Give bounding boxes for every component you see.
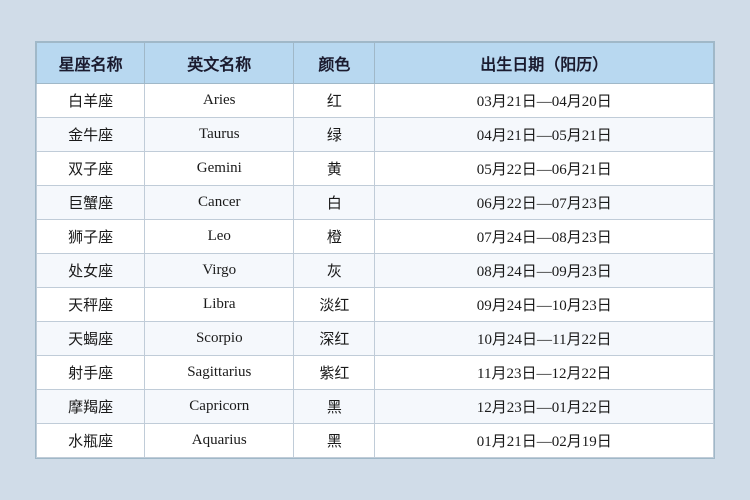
table-row: 水瓶座Aquarius黑01月21日—02月19日: [37, 424, 714, 458]
cell-chinese: 双子座: [37, 152, 145, 186]
header-chinese: 星座名称: [37, 43, 145, 84]
cell-color: 紫红: [294, 356, 375, 390]
table-row: 天蝎座Scorpio深红10月24日—11月22日: [37, 322, 714, 356]
cell-chinese: 摩羯座: [37, 390, 145, 424]
table-row: 摩羯座Capricorn黑12月23日—01月22日: [37, 390, 714, 424]
zodiac-table: 星座名称 英文名称 颜色 出生日期（阳历） 白羊座Aries红03月21日—04…: [36, 42, 714, 458]
cell-english: Cancer: [145, 186, 294, 220]
cell-color: 淡红: [294, 288, 375, 322]
cell-chinese: 金牛座: [37, 118, 145, 152]
header-date: 出生日期（阳历）: [375, 43, 714, 84]
cell-chinese: 狮子座: [37, 220, 145, 254]
cell-chinese: 天蝎座: [37, 322, 145, 356]
cell-date: 11月23日—12月22日: [375, 356, 714, 390]
cell-chinese: 水瓶座: [37, 424, 145, 458]
cell-english: Leo: [145, 220, 294, 254]
zodiac-table-container: 星座名称 英文名称 颜色 出生日期（阳历） 白羊座Aries红03月21日—04…: [35, 41, 715, 459]
cell-color: 白: [294, 186, 375, 220]
table-row: 白羊座Aries红03月21日—04月20日: [37, 84, 714, 118]
table-row: 狮子座Leo橙07月24日—08月23日: [37, 220, 714, 254]
cell-date: 04月21日—05月21日: [375, 118, 714, 152]
cell-color: 红: [294, 84, 375, 118]
cell-english: Taurus: [145, 118, 294, 152]
cell-english: Aries: [145, 84, 294, 118]
table-row: 天秤座Libra淡红09月24日—10月23日: [37, 288, 714, 322]
cell-english: Libra: [145, 288, 294, 322]
cell-english: Aquarius: [145, 424, 294, 458]
cell-date: 10月24日—11月22日: [375, 322, 714, 356]
cell-english: Sagittarius: [145, 356, 294, 390]
table-row: 处女座Virgo灰08月24日—09月23日: [37, 254, 714, 288]
cell-date: 08月24日—09月23日: [375, 254, 714, 288]
cell-date: 06月22日—07月23日: [375, 186, 714, 220]
cell-date: 01月21日—02月19日: [375, 424, 714, 458]
cell-color: 深红: [294, 322, 375, 356]
header-color: 颜色: [294, 43, 375, 84]
table-header-row: 星座名称 英文名称 颜色 出生日期（阳历）: [37, 43, 714, 84]
cell-english: Gemini: [145, 152, 294, 186]
cell-color: 灰: [294, 254, 375, 288]
cell-date: 05月22日—06月21日: [375, 152, 714, 186]
table-row: 金牛座Taurus绿04月21日—05月21日: [37, 118, 714, 152]
table-row: 巨蟹座Cancer白06月22日—07月23日: [37, 186, 714, 220]
table-row: 射手座Sagittarius紫红11月23日—12月22日: [37, 356, 714, 390]
cell-date: 12月23日—01月22日: [375, 390, 714, 424]
header-english: 英文名称: [145, 43, 294, 84]
cell-date: 07月24日—08月23日: [375, 220, 714, 254]
cell-chinese: 天秤座: [37, 288, 145, 322]
cell-chinese: 白羊座: [37, 84, 145, 118]
cell-date: 09月24日—10月23日: [375, 288, 714, 322]
cell-color: 绿: [294, 118, 375, 152]
cell-english: Virgo: [145, 254, 294, 288]
cell-chinese: 巨蟹座: [37, 186, 145, 220]
cell-color: 橙: [294, 220, 375, 254]
cell-color: 黑: [294, 424, 375, 458]
cell-english: Scorpio: [145, 322, 294, 356]
table-row: 双子座Gemini黄05月22日—06月21日: [37, 152, 714, 186]
cell-color: 黑: [294, 390, 375, 424]
table-body: 白羊座Aries红03月21日—04月20日金牛座Taurus绿04月21日—0…: [37, 84, 714, 458]
cell-chinese: 射手座: [37, 356, 145, 390]
cell-color: 黄: [294, 152, 375, 186]
cell-chinese: 处女座: [37, 254, 145, 288]
cell-date: 03月21日—04月20日: [375, 84, 714, 118]
cell-english: Capricorn: [145, 390, 294, 424]
